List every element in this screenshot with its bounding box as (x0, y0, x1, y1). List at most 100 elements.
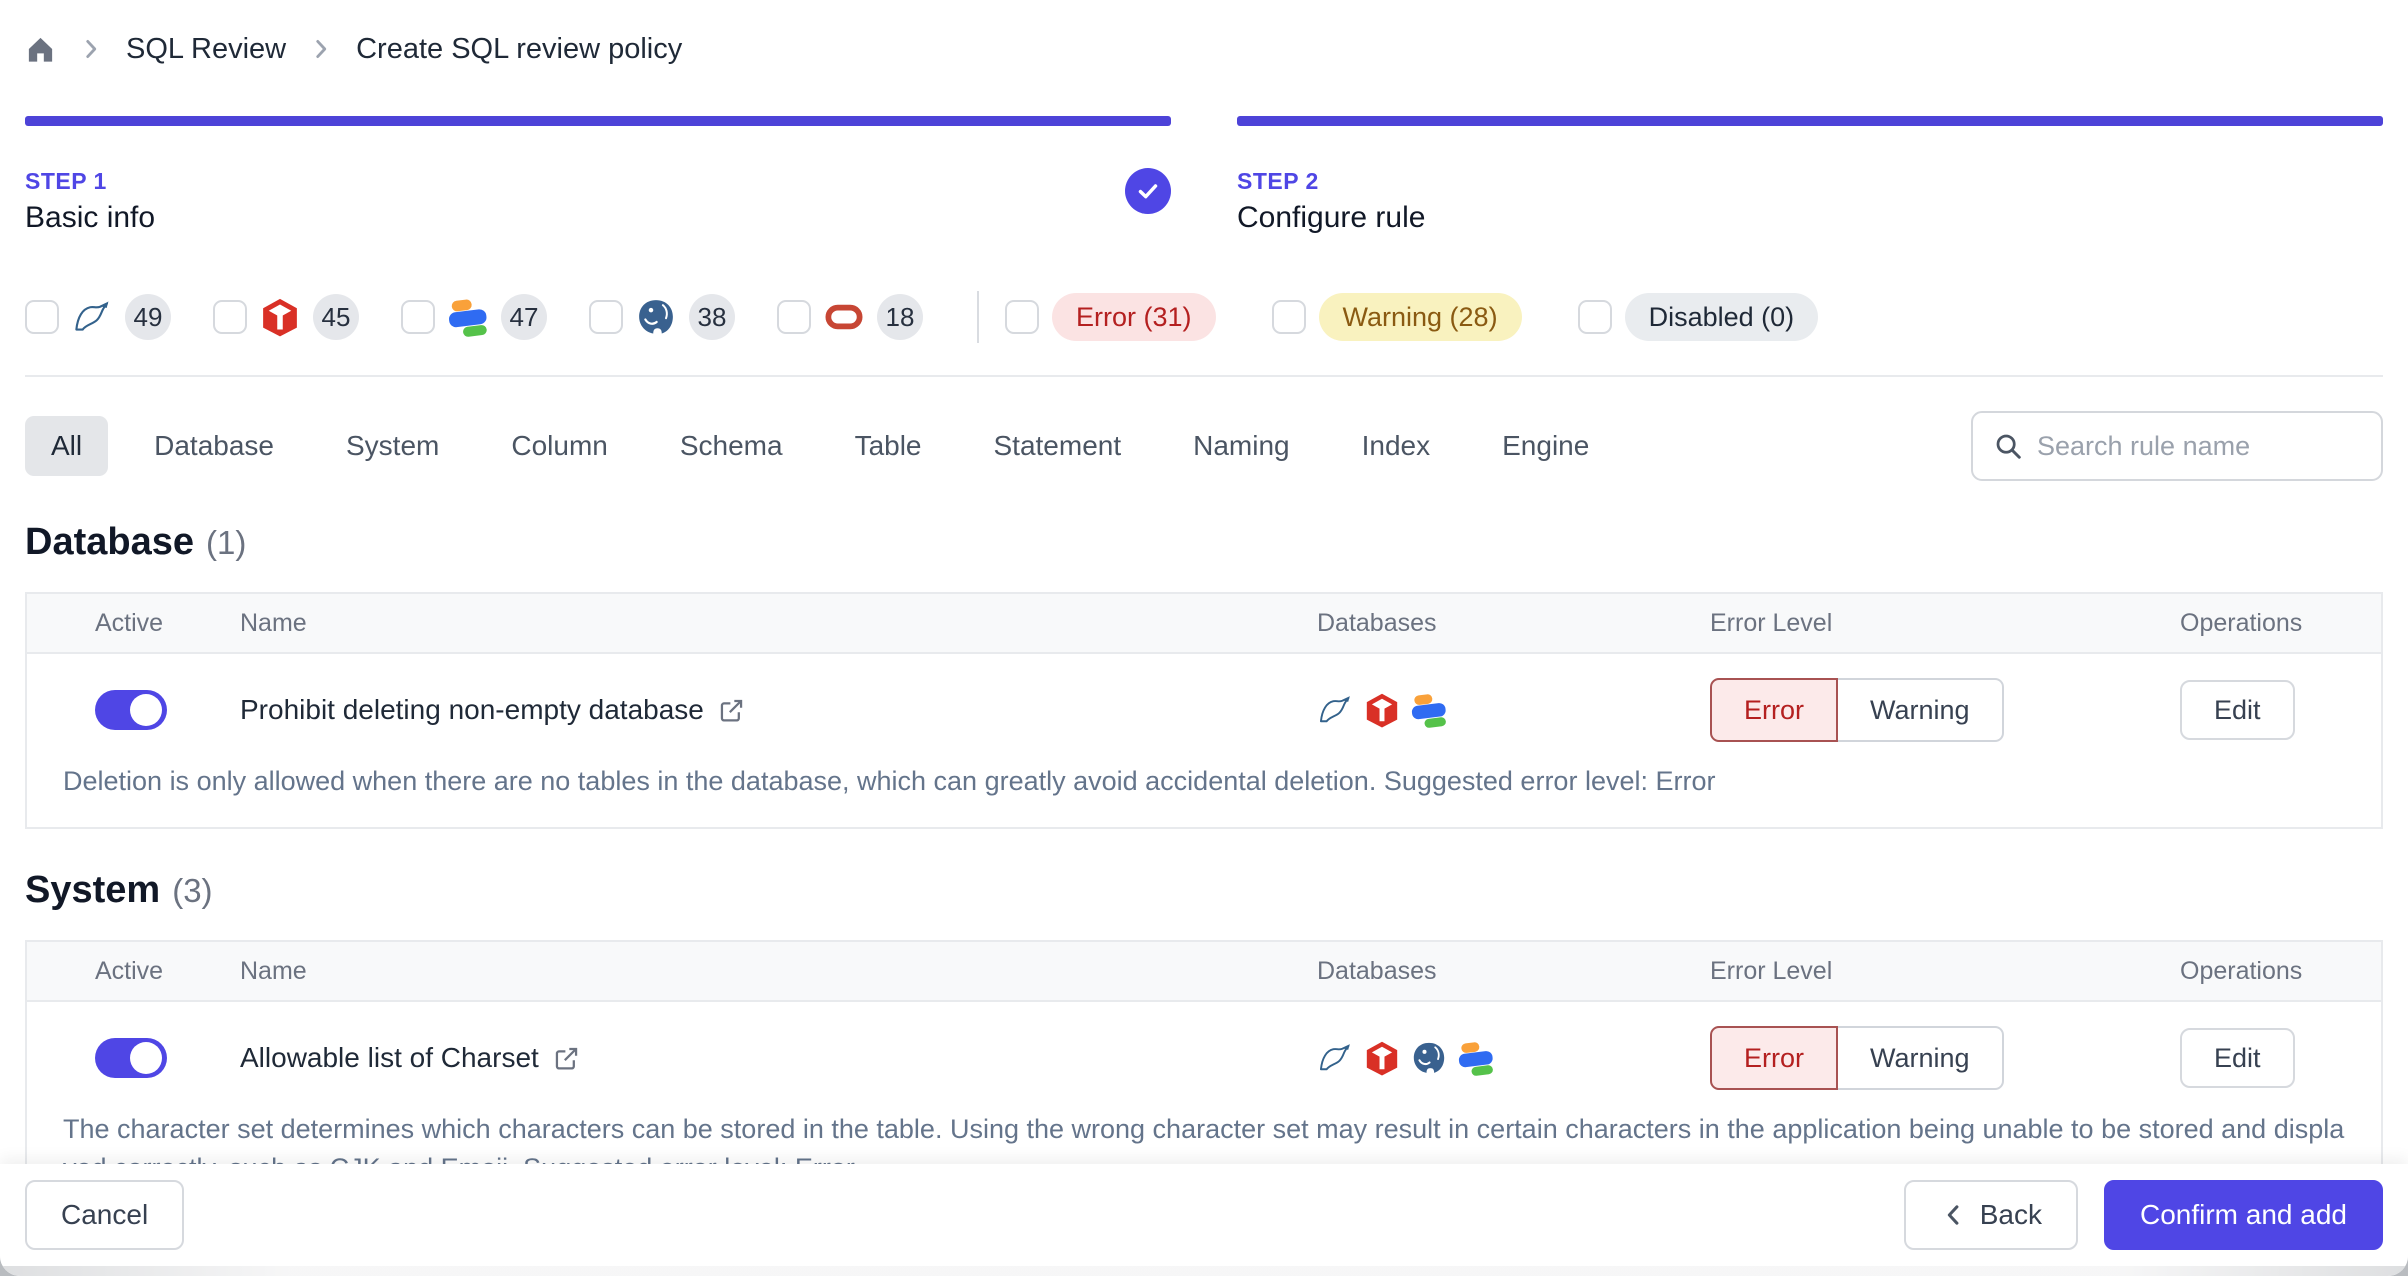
error-level-warning-button[interactable]: Warning (1838, 678, 2004, 742)
table-header: Active Name Databases Error Level Operat… (27, 594, 2381, 654)
back-button[interactable]: Back (1903, 1180, 2078, 1250)
rule-active-toggle[interactable] (95, 690, 167, 730)
column-error-level: Error Level (1710, 608, 1833, 637)
oceanbase-icon (1411, 692, 1447, 728)
column-name: Name (240, 608, 307, 637)
home-icon[interactable] (25, 34, 56, 65)
column-active: Active (95, 608, 164, 637)
cancel-button[interactable]: Cancel (25, 1180, 185, 1250)
search-icon (1993, 431, 2023, 461)
mysql-icon (1317, 692, 1353, 728)
tidb-icon (1364, 692, 1400, 728)
filter-disabled-level: Disabled (0) (1577, 293, 1819, 341)
column-name: Name (240, 956, 307, 985)
rule-engines (1317, 692, 1710, 728)
step-2[interactable]: STEP 2 Configure rule (1237, 116, 2383, 235)
filter-error-level: Error (31) (1005, 293, 1216, 341)
tab-engine[interactable]: Engine (1476, 416, 1615, 476)
oceanbase-icon (1458, 1040, 1494, 1076)
rule-engines (1317, 1040, 1710, 1076)
tidb-count-badge: 45 (313, 294, 359, 340)
mysql-checkbox[interactable] (25, 300, 59, 334)
step-1-completed-check-icon (1125, 168, 1171, 214)
tidb-icon (260, 297, 300, 337)
section-system-label: System (25, 869, 161, 912)
column-active: Active (95, 956, 164, 985)
step-1-label: STEP 1 (25, 168, 107, 194)
column-operations: Operations (2180, 608, 2303, 637)
confirm-and-add-button[interactable]: Confirm and add (2103, 1180, 2383, 1250)
step-1-name: Basic info (25, 201, 156, 234)
rule-name: Allowable list of Charset (240, 1042, 539, 1074)
search-box (1971, 411, 2383, 481)
database-rule-table: Active Name Databases Error Level Operat… (25, 592, 2383, 830)
mysql-icon (72, 297, 112, 337)
tab-index[interactable]: Index (1336, 416, 1457, 476)
error-level-segmented: Error Warning (1710, 678, 2180, 742)
edit-button[interactable]: Edit (2180, 680, 2295, 740)
tab-database[interactable]: Database (128, 416, 300, 476)
postgresql-icon (1411, 1040, 1447, 1076)
error-level-warning-button[interactable]: Warning (1838, 1026, 2004, 1091)
step-2-name: Configure rule (1237, 201, 1426, 234)
section-divider (25, 375, 2383, 377)
chevron-left-icon (1940, 1201, 1968, 1229)
step-1-progress-bar (25, 116, 1171, 126)
table-row: Prohibit deleting non-empty database Err… (27, 654, 2381, 827)
tab-naming[interactable]: Naming (1167, 416, 1315, 476)
section-database-count: (1) (205, 524, 247, 561)
edit-button[interactable]: Edit (2180, 1028, 2295, 1089)
create-sql-review-policy-page: SQL Review Create SQL review policy STEP… (0, 0, 2408, 1276)
tab-column[interactable]: Column (485, 416, 633, 476)
tab-schema[interactable]: Schema (654, 416, 809, 476)
rule-active-toggle[interactable] (95, 1038, 167, 1079)
tab-table[interactable]: Table (829, 416, 948, 476)
tab-system[interactable]: System (320, 416, 465, 476)
column-error-level: Error Level (1710, 956, 1833, 985)
category-tabs-row: All Database System Column Schema Table … (25, 411, 2383, 481)
tab-statement[interactable]: Statement (968, 416, 1148, 476)
warning-level-checkbox[interactable] (1271, 300, 1306, 334)
tidb-icon (1364, 1040, 1400, 1076)
search-input[interactable] (2037, 430, 2361, 462)
column-databases: Databases (1317, 608, 1437, 637)
error-count-pill: Error (31) (1052, 293, 1216, 341)
step-1[interactable]: STEP 1 Basic info (25, 116, 1171, 235)
oceanbase-count-badge: 47 (501, 294, 547, 340)
section-system-count: (3) (172, 872, 213, 910)
oceanbase-icon (448, 297, 488, 337)
chevron-right-icon (308, 36, 334, 62)
filter-warning-level: Warning (28) (1271, 293, 1522, 341)
section-title-database: Database (1) (25, 521, 2383, 564)
error-level-segmented: Error Warning (1710, 1026, 2180, 1091)
tab-all[interactable]: All (25, 416, 109, 476)
error-level-checkbox[interactable] (1005, 300, 1039, 334)
oceanbase-checkbox[interactable] (401, 300, 435, 334)
filter-postgresql: 38 (589, 294, 735, 340)
disabled-level-checkbox[interactable] (1577, 300, 1612, 334)
error-level-error-button[interactable]: Error (1710, 678, 1838, 742)
postgresql-count-badge: 38 (689, 294, 735, 340)
mysql-icon (1317, 1040, 1353, 1076)
breadcrumb: SQL Review Create SQL review policy (25, 26, 2383, 72)
postgresql-checkbox[interactable] (589, 300, 623, 334)
footer-action-bar: Cancel Back Confirm and add (0, 1164, 2408, 1276)
stepper: STEP 1 Basic info STEP 2 Configure rule (25, 116, 2383, 235)
filter-mysql: 49 (25, 294, 171, 340)
oracle-checkbox[interactable] (777, 300, 811, 334)
table-header: Active Name Databases Error Level Operat… (27, 942, 2381, 1003)
rule-filters: 49 45 47 38 18 Error (31) Warning (28) D… (25, 291, 2383, 343)
rule-name: Prohibit deleting non-empty database (240, 694, 704, 725)
back-button-label: Back (1979, 1199, 2042, 1230)
breadcrumb-current-page: Create SQL review policy (356, 32, 683, 65)
external-link-icon[interactable] (553, 1045, 580, 1072)
filter-oceanbase: 47 (401, 294, 547, 340)
external-link-icon[interactable] (718, 697, 745, 724)
oracle-count-badge: 18 (877, 294, 923, 340)
filter-divider (977, 291, 979, 343)
breadcrumb-sql-review[interactable]: SQL Review (126, 33, 286, 66)
filter-oracle: 18 (777, 294, 923, 340)
tidb-checkbox[interactable] (213, 300, 247, 334)
error-level-error-button[interactable]: Error (1710, 1026, 1838, 1091)
step-2-progress-bar (1237, 116, 2383, 126)
